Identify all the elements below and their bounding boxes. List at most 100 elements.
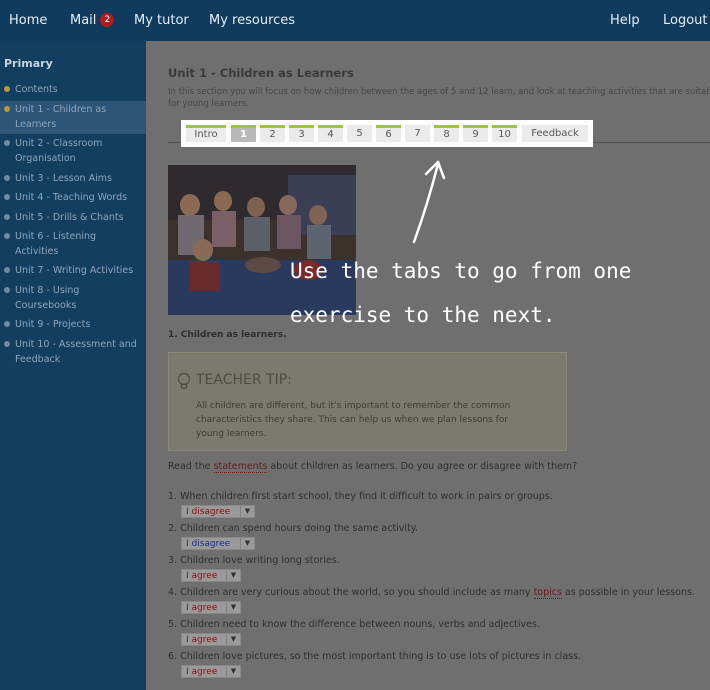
sidebar-item-unit-1[interactable]: Unit 1 - Children as Learners	[0, 101, 146, 134]
top-nav: Home Mail 2 My tutor My resources Help Lo…	[0, 0, 710, 41]
nav-my-resources[interactable]: My resources	[209, 0, 295, 41]
bullet-icon	[4, 341, 10, 347]
instructions-text: Read the statements about children as le…	[168, 461, 578, 473]
bullet-icon	[4, 140, 10, 146]
sidebar-item-unit-7[interactable]: Unit 7 - Writing Activities	[0, 263, 146, 278]
instructions-after: about children as learners. Do you agree…	[267, 461, 578, 472]
tab-10[interactable]: 10	[492, 125, 517, 142]
sidebar-item-label: Unit 8 - Using Coursebooks	[15, 285, 80, 311]
children-photo	[168, 165, 356, 315]
sidebar: Primary Contents Unit 1 - Children as Le…	[0, 41, 146, 690]
sidebar-item-unit-9[interactable]: Unit 9 - Projects	[0, 317, 146, 332]
mail-count-badge: 2	[100, 13, 115, 27]
sidebar-title: Primary	[4, 57, 53, 70]
sidebar-item-unit-8[interactable]: Unit 8 - Using Coursebooks	[0, 283, 146, 313]
nav-help[interactable]: Help	[610, 0, 640, 41]
section-heading: 1. Children as learners.	[168, 330, 287, 340]
tab-feedback[interactable]: Feedback	[522, 125, 588, 142]
answer-value: I agree	[186, 603, 218, 613]
sidebar-item-unit-3[interactable]: Unit 3 - Lesson Aims	[0, 171, 146, 186]
dropdown-arrow-icon: ▼	[240, 506, 254, 517]
sidebar-item-unit-6[interactable]: Unit 6 - Listening Activities	[0, 229, 146, 259]
tab-2[interactable]: 2	[260, 125, 285, 142]
question-4-before: 4. Children are very curious about the w…	[168, 587, 534, 598]
answer-value: I agree	[186, 571, 218, 581]
sidebar-item-label: Unit 6 - Listening Activities	[15, 231, 97, 257]
answer-value: I agree	[186, 667, 218, 677]
page-title: Unit 1 - Children as Learners	[168, 66, 354, 80]
dropdown-arrow-icon: ▼	[226, 666, 240, 677]
sidebar-item-unit-10[interactable]: Unit 10 - Assessment and Feedback	[0, 337, 146, 367]
answer-value: I disagree	[186, 507, 231, 517]
answer-dropdown-2[interactable]: I disagree ▼	[181, 537, 255, 550]
question-1: 1. When children first start school, the…	[168, 491, 553, 502]
annotation-line-1: Use the tabs to go from one	[290, 259, 632, 283]
bullet-icon	[4, 321, 10, 327]
sidebar-item-label: Unit 10 - Assessment and Feedback	[15, 339, 137, 365]
question-4-after: as possible in your lessons.	[561, 587, 695, 598]
dropdown-arrow-icon: ▼	[226, 634, 240, 645]
teacher-tip-heading: TEACHER TIP:	[196, 372, 292, 388]
tab-4[interactable]: 4	[318, 125, 343, 142]
sidebar-item-label: Unit 3 - Lesson Aims	[15, 173, 112, 184]
children-photo-illustration	[168, 165, 356, 315]
nav-mail-label: Mail	[70, 13, 97, 28]
lightbulb-icon	[177, 372, 191, 389]
tab-7[interactable]: 7	[405, 125, 430, 142]
question-6: 6. Children love pictures, so the most i…	[168, 651, 582, 662]
question-2: 2. Children can spend hours doing the sa…	[168, 523, 419, 534]
nav-my-tutor[interactable]: My tutor	[134, 0, 189, 41]
annotation-arrow-icon	[412, 160, 446, 244]
sidebar-item-label: Unit 4 - Teaching Words	[15, 192, 128, 203]
answer-dropdown-5[interactable]: I agree ▼	[181, 633, 241, 646]
bullet-icon	[4, 106, 10, 112]
bullet-icon	[4, 287, 10, 293]
tab-8[interactable]: 8	[434, 125, 459, 142]
tab-1[interactable]: 1	[231, 125, 256, 142]
answer-dropdown-4[interactable]: I agree ▼	[181, 601, 241, 614]
bullet-icon	[4, 214, 10, 220]
question-3: 3. Children love writing long stories.	[168, 555, 340, 566]
exercise-tabs: Intro 1 2 3 4 5 6 7 8 9 10 Feedback	[181, 120, 593, 147]
tab-9[interactable]: 9	[463, 125, 488, 142]
dropdown-arrow-icon: ▼	[226, 602, 240, 613]
tab-3[interactable]: 3	[289, 125, 314, 142]
sidebar-item-label: Contents	[15, 84, 58, 95]
bullet-icon	[4, 194, 10, 200]
sidebar-item-contents[interactable]: Contents	[0, 82, 146, 97]
question-5: 5. Children need to know the difference …	[168, 619, 540, 630]
teacher-tip-box: TEACHER TIP: All children are different,…	[168, 352, 567, 451]
sidebar-item-label: Unit 2 - Classroom Organisation	[15, 138, 103, 164]
answer-value: I agree	[186, 635, 218, 645]
sidebar-item-unit-5[interactable]: Unit 5 - Drills & Chants	[0, 210, 146, 225]
sidebar-item-label: Unit 5 - Drills & Chants	[15, 212, 124, 223]
tab-6[interactable]: 6	[376, 125, 401, 142]
annotation-line-2: exercise to the next.	[290, 303, 556, 327]
dropdown-arrow-icon: ▼	[240, 538, 254, 549]
nav-logout[interactable]: Logout	[663, 0, 708, 41]
nav-mail[interactable]: Mail 2	[70, 0, 115, 41]
sidebar-item-unit-2[interactable]: Unit 2 - Classroom Organisation	[0, 136, 146, 166]
bullet-icon	[4, 175, 10, 181]
nav-home[interactable]: Home	[9, 0, 47, 41]
tab-intro[interactable]: Intro	[186, 125, 226, 142]
bullet-icon	[4, 267, 10, 273]
answer-dropdown-1[interactable]: I disagree ▼	[181, 505, 255, 518]
sidebar-item-label: Unit 7 - Writing Activities	[15, 265, 134, 276]
sidebar-item-unit-4[interactable]: Unit 4 - Teaching Words	[0, 190, 146, 205]
question-4: 4. Children are very curious about the w…	[168, 587, 695, 599]
answer-dropdown-6[interactable]: I agree ▼	[181, 665, 241, 678]
main-content: Unit 1 - Children as Learners In this se…	[146, 41, 710, 690]
sidebar-item-label: Unit 1 - Children as Learners	[15, 104, 107, 130]
tab-5[interactable]: 5	[347, 125, 372, 142]
teacher-tip-text: All children are different, but it's imp…	[196, 401, 511, 439]
instructions-before: Read the	[168, 461, 214, 472]
sidebar-item-label: Unit 9 - Projects	[15, 319, 91, 330]
glossary-link-topics[interactable]: topics	[533, 587, 562, 599]
glossary-link-statements[interactable]: statements	[213, 461, 268, 473]
answer-dropdown-3[interactable]: I agree ▼	[181, 569, 241, 582]
answer-value: I disagree	[186, 539, 231, 549]
dropdown-arrow-icon: ▼	[226, 570, 240, 581]
bullet-icon	[4, 233, 10, 239]
intro-text: In this section you will focus on how ch…	[168, 87, 710, 109]
